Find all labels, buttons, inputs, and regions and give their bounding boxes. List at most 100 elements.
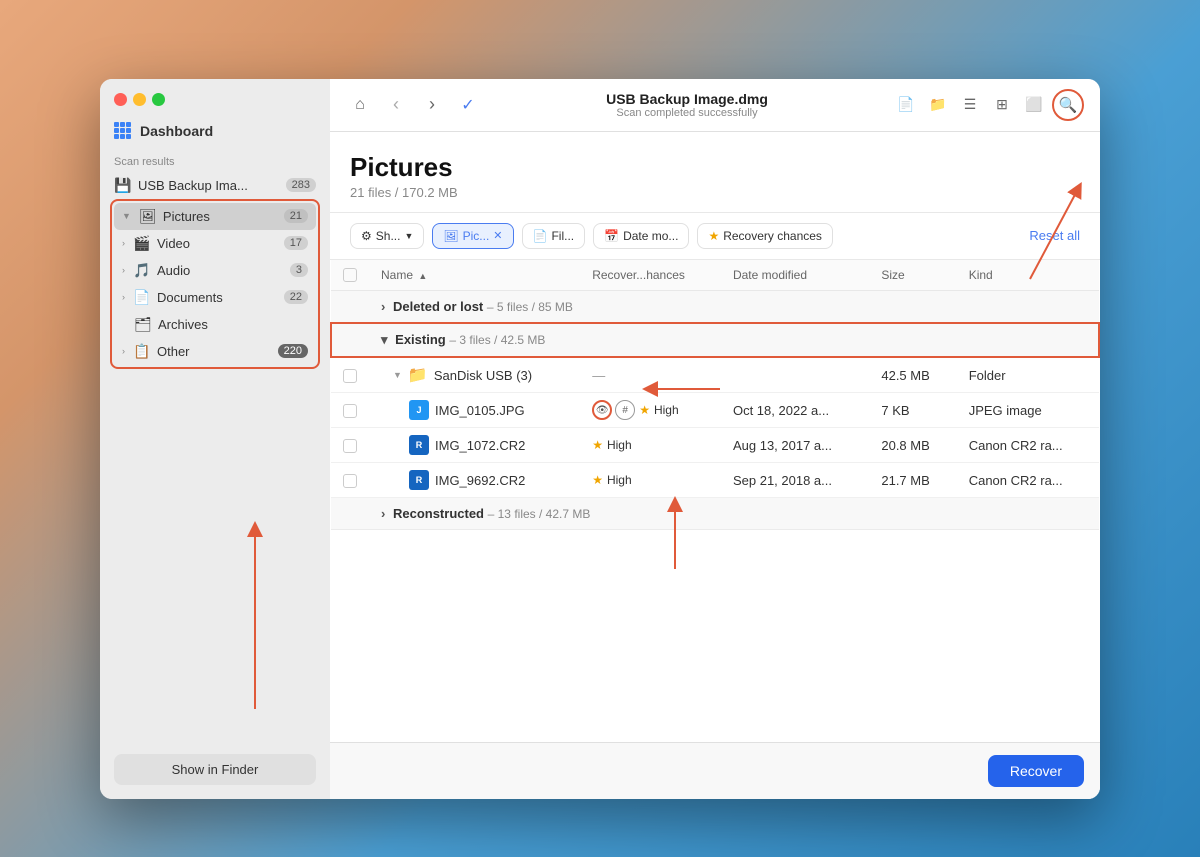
select-all-checkbox-header[interactable] [331,260,369,291]
chevron-right-icon: › [122,238,125,248]
toolbar-actions: 📄 📁 ☰ ⊞ ⬜ 🔍 [892,89,1084,121]
table-row: J IMG_0105.JPG 👁 # ★ High [331,393,1099,428]
sidebar-item-video[interactable]: › 🎬 Video 17 [114,230,316,257]
date-column-header[interactable]: Date modified [721,260,869,291]
title-bar [100,79,330,116]
cr2-icon: R [409,470,429,490]
minimize-button[interactable] [133,93,146,106]
sidebar-item-audio[interactable]: › 🎵 Audio 3 [114,257,316,284]
recovery-cell-content: 👁 # ★ High [592,400,709,420]
folder-date-cell [721,357,869,393]
jpeg-icon: J [409,400,429,420]
existing-group-label: Existing [395,332,446,347]
row-checkbox[interactable] [343,404,357,418]
sidebar-item-other[interactable]: › 📋 Other 220 [114,338,316,365]
search-button[interactable]: 🔍 [1052,89,1084,121]
maximize-button[interactable] [152,93,165,106]
dashboard-label: Dashboard [140,123,213,139]
sidebar-item-audio-count: 3 [290,263,308,277]
forward-button[interactable]: › [418,91,446,119]
close-button[interactable] [114,93,127,106]
img0105-kind-cell: JPEG image [957,393,1099,428]
reconstructed-group-row[interactable]: › Reconstructed – 13 files / 42.7 MB [331,498,1099,530]
home-button[interactable]: ⌂ [346,91,374,119]
reconstructed-group-label: Reconstructed [393,506,484,521]
chevron-down-icon: ▼ [122,211,131,221]
sidebar-items-list: 💾 USB Backup Ima... 283 ▼ 🖼 Pictures 21 … [100,172,330,369]
collapsed-toggle-icon[interactable]: › [381,506,385,521]
date-filter-button[interactable]: 📅 Date mo... [593,223,689,249]
tag-icon[interactable]: # [615,400,635,420]
reset-all-button[interactable]: Reset all [1029,228,1080,243]
sidebar-item-pictures[interactable]: ▼ 🖼 Pictures 21 [114,203,316,230]
sidebar-item-documents-count: 22 [284,290,308,304]
grid-view-button[interactable]: ⊞ [988,91,1016,119]
file-table: Name ▲ Recover...hances Date modified Si… [330,260,1100,531]
pictures-filter-label: Pic... [463,229,490,243]
size-column-header[interactable]: Size [869,260,956,291]
sidebar-item-usb-count: 283 [286,178,316,192]
sidebar-item-documents[interactable]: › 📄 Documents 22 [114,284,316,311]
sidebar-item-documents-label: Documents [157,290,278,305]
folder-kind-cell: Folder [957,357,1099,393]
expanded-toggle-icon[interactable]: ▾ [381,332,388,347]
name-column-header[interactable]: Name ▲ [369,260,580,291]
action-icons: 👁 # [592,400,635,420]
img1072-kind-cell: Canon CR2 ra... [957,428,1099,463]
star-icon: ★ [708,229,719,243]
pictures-icon: 🖼 [139,208,157,225]
existing-group-row[interactable]: ▾ Existing – 3 files / 42.5 MB [331,323,1099,357]
high-badge: High [607,438,632,452]
document-view-button[interactable]: 📄 [892,91,920,119]
deleted-group-row[interactable]: › Deleted or lost – 5 files / 85 MB [331,291,1099,324]
recovery-column-header[interactable]: Recover...hances [580,260,721,291]
show-in-finder-button[interactable]: Show in Finder [114,754,316,785]
img1072-name-label: IMG_1072.CR2 [435,438,525,453]
sidebar-item-video-label: Video [157,236,278,251]
list-view-button[interactable]: ☰ [956,91,984,119]
sidebar-item-archives-label: Archives [158,317,308,332]
table-row: R IMG_1072.CR2 ★ High Aug 13, 2017 a... … [331,428,1099,463]
sidebar-item-pictures-label: Pictures [163,209,278,224]
row-checkbox[interactable] [343,439,357,453]
back-button[interactable]: ‹ [382,91,410,119]
reconstructed-group-info: – 13 files / 42.7 MB [488,507,591,521]
show-filter-label: Sh... [376,229,401,243]
toolbar-title: USB Backup Image.dmg Scan completed succ… [490,91,884,119]
kind-column-header[interactable]: Kind [957,260,1099,291]
img9692-size-cell: 21.7 MB [869,463,956,498]
preview-icon[interactable]: 👁 [592,400,612,420]
show-filter-button[interactable]: ⚙ Sh... ▼ [350,223,424,249]
chevron-icon[interactable]: ▼ [393,370,402,380]
img1072-size-cell: 20.8 MB [869,428,956,463]
files-filter-button[interactable]: 📄 Fil... [522,223,586,249]
page-header: Pictures 21 files / 170.2 MB [330,132,1100,213]
bottom-bar: Recover [330,742,1100,799]
table-row: ▼ 📁 SanDisk USB (3) — 42.5 MB Folder [331,357,1099,393]
panel-view-button[interactable]: ⬜ [1020,91,1048,119]
recover-button[interactable]: Recover [988,755,1084,787]
dashboard-icon [114,122,132,140]
folder-view-button[interactable]: 📁 [924,91,952,119]
collapsed-toggle-icon[interactable]: › [381,299,385,314]
recovery-chances-filter-button[interactable]: ★ Recovery chances [697,223,832,249]
sidebar-item-archives[interactable]: 🗂 Archives [114,311,316,338]
files-filter-label: Fil... [551,229,574,243]
sidebar-item-audio-label: Audio [157,263,284,278]
date-filter-label: Date mo... [623,229,678,243]
calendar-icon: 📅 [604,229,619,243]
folder-name-cell: ▼ 📁 SanDisk USB (3) [381,365,568,385]
pictures-filter-button[interactable]: 🖼 Pic... ✕ [432,223,513,249]
row-checkbox[interactable] [343,474,357,488]
check-icon: ✓ [454,91,482,119]
main-content: ⌂ ‹ › ✓ USB Backup Image.dmg Scan comple… [330,79,1100,799]
img1072-date-cell: Aug 13, 2017 a... [721,428,869,463]
sidebar-item-usb[interactable]: 💾 USB Backup Ima... 283 [106,172,324,199]
sidebar: Dashboard Scan results 💾 USB Backup Ima.… [100,79,330,799]
close-icon[interactable]: ✕ [493,229,502,242]
sidebar-highlight-box: ▼ 🖼 Pictures 21 › 🎬 Video 17 › 🎵 Audio [110,199,320,369]
row-checkbox[interactable] [343,369,357,383]
dashboard-button[interactable]: Dashboard [100,116,330,150]
toolbar-filename: USB Backup Image.dmg [490,91,884,107]
toolbar-subtitle: Scan completed successfully [490,107,884,119]
